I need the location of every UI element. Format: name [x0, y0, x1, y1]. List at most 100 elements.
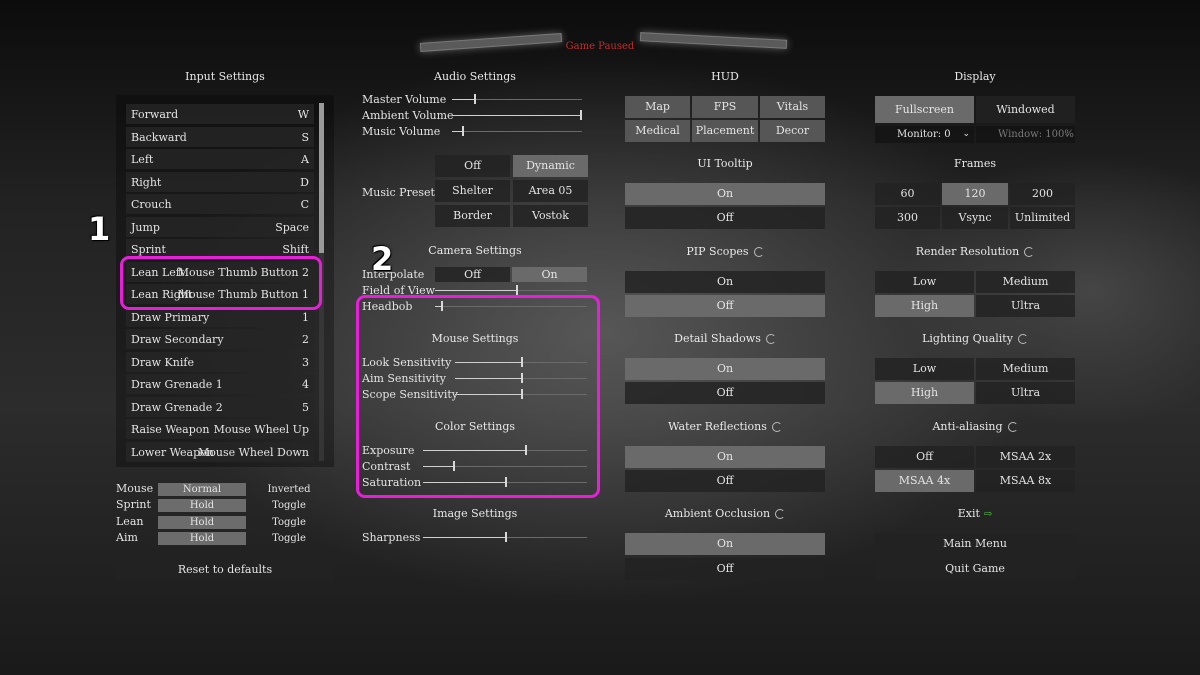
hud-vitals-button[interactable]: Vitals	[760, 96, 825, 118]
frames-300-button[interactable]: 300	[875, 207, 940, 229]
slider-handle[interactable]	[515, 285, 518, 295]
pip-scopes-on-button[interactable]: On	[625, 271, 825, 293]
input-option-secondary-button[interactable]: Toggle	[245, 516, 333, 529]
frames-vsync-button[interactable]: Vsync	[942, 207, 1008, 229]
slider-handle[interactable]	[474, 94, 477, 104]
frames-unlimited-button[interactable]: Unlimited	[1010, 207, 1075, 229]
quit-game-button[interactable]: Quit Game	[875, 558, 1075, 580]
keybinding-key[interactable]: 1	[302, 311, 309, 324]
fullscreen-button[interactable]: Fullscreen	[875, 96, 974, 123]
sharpness-slider[interactable]	[423, 531, 587, 543]
music-volume-slider[interactable]	[452, 125, 582, 137]
ui-tooltip-off-button[interactable]: Off	[625, 207, 825, 229]
input-option-primary-button[interactable]: Hold	[158, 515, 246, 529]
keybinding-key[interactable]: C	[301, 198, 309, 211]
frames-120-button[interactable]: 120	[942, 183, 1008, 205]
monitor-select[interactable]: Monitor: 0 ⌄	[875, 126, 974, 143]
slider-handle[interactable]	[580, 110, 582, 120]
hud-placement-button[interactable]: Placement	[692, 120, 758, 142]
frames-200-button[interactable]: 200	[1010, 183, 1075, 205]
keybinding-row[interactable]: Right D	[126, 171, 314, 192]
detail-shadows-on-button[interactable]: On	[625, 358, 825, 380]
ambient-occlusion-off-button[interactable]: Off	[625, 558, 825, 580]
lighting-high-button[interactable]: High	[875, 382, 974, 404]
input-option-secondary-button[interactable]: Toggle	[245, 532, 333, 545]
slider-handle[interactable]	[462, 126, 465, 136]
keybinding-key[interactable]: A	[301, 153, 309, 166]
keybinding-row[interactable]: Left A	[126, 149, 314, 169]
keybinding-key[interactable]: S	[301, 131, 309, 144]
render-ultra-button[interactable]: Ultra	[976, 295, 1075, 317]
input-option-primary-button[interactable]: Hold	[158, 499, 246, 513]
water-reflections-on-button[interactable]: On	[625, 446, 825, 468]
render-high-button[interactable]: High	[875, 295, 974, 317]
keybinding-key[interactable]: Space	[275, 221, 309, 234]
water-reflections-title: Water Reflections	[625, 420, 825, 433]
ambient-occlusion-on-button[interactable]: On	[625, 533, 825, 555]
aa-msaa4x-button[interactable]: MSAA 4x	[875, 470, 974, 492]
chevron-down-icon: ⌄	[962, 129, 970, 139]
hud-medical-button[interactable]: Medical	[625, 120, 690, 142]
reset-to-defaults-button[interactable]: Reset to defaults	[116, 559, 334, 581]
keybinding-key[interactable]: Mouse Wheel Up	[214, 423, 309, 436]
interpolate-off-button[interactable]: Off	[435, 267, 510, 282]
keybinding-row[interactable]: Draw Secondary 2	[126, 329, 314, 349]
detail-shadows-off-button[interactable]: Off	[625, 382, 825, 404]
hud-map-button[interactable]: Map	[625, 96, 690, 118]
music-preset-button[interactable]: Dynamic	[513, 155, 588, 177]
music-preset-button[interactable]: Shelter	[435, 180, 510, 202]
keybinding-row[interactable]: Backward S	[126, 126, 314, 147]
keybinding-key[interactable]: Mouse Wheel Down	[198, 446, 309, 459]
keybinding-row[interactable]: Draw Knife 3	[126, 351, 314, 372]
keybinding-row[interactable]: Draw Grenade 1 4	[126, 374, 314, 394]
keybinding-key[interactable]: 3	[302, 356, 309, 369]
music-preset-button[interactable]: Vostok	[513, 205, 588, 227]
input-option-secondary-button[interactable]: Toggle	[245, 499, 333, 512]
render-low-button[interactable]: Low	[875, 271, 974, 293]
hud-decor-button[interactable]: Decor	[760, 120, 825, 142]
lighting-ultra-button[interactable]: Ultra	[976, 382, 1075, 404]
ambient-volume-slider[interactable]	[452, 109, 582, 121]
windowed-button[interactable]: Windowed	[976, 96, 1075, 123]
keybinding-row[interactable]: Draw Grenade 2 5	[126, 396, 314, 417]
frames-60-button[interactable]: 60	[875, 183, 940, 205]
monitor-value: Monitor: 0	[897, 129, 951, 140]
slider-handle[interactable]	[505, 532, 507, 542]
lighting-medium-button[interactable]: Medium	[976, 358, 1075, 380]
aa-off-button[interactable]: Off	[875, 446, 974, 468]
ui-tooltip-on-button[interactable]: On	[625, 183, 825, 205]
interpolate-on-button[interactable]: On	[512, 267, 587, 282]
music-preset-button[interactable]: Off	[435, 155, 510, 177]
keybinding-row[interactable]: Jump Space	[126, 216, 314, 237]
keybinding-key[interactable]: Shift	[282, 243, 309, 256]
music-preset-button[interactable]: Area 05	[513, 180, 588, 202]
master-volume-slider[interactable]	[452, 93, 582, 105]
keybinding-key[interactable]: W	[298, 108, 309, 121]
keybinding-key[interactable]: 5	[302, 401, 309, 414]
lighting-low-button[interactable]: Low	[875, 358, 974, 380]
keybinding-action: Draw Grenade 1	[131, 378, 223, 391]
input-option-primary-button[interactable]: Hold	[158, 531, 246, 545]
aa-msaa8x-button[interactable]: MSAA 8x	[976, 470, 1075, 492]
keybinding-scroll-thumb[interactable]	[319, 103, 324, 253]
render-medium-button[interactable]: Medium	[976, 271, 1075, 293]
music-preset-button[interactable]: Border	[435, 205, 510, 227]
anti-aliasing-label: Anti-aliasing	[932, 420, 1003, 433]
main-menu-button[interactable]: Main Menu	[875, 533, 1075, 555]
keybinding-key[interactable]: D	[300, 176, 309, 189]
keybinding-row[interactable]: Raise Weapon Mouse Wheel Up	[126, 419, 314, 439]
keybinding-row[interactable]: Crouch C	[126, 194, 314, 214]
aa-msaa2x-button[interactable]: MSAA 2x	[976, 446, 1075, 468]
highlight-box-lean-bindings	[120, 256, 322, 310]
input-option-secondary-button[interactable]: Inverted	[245, 483, 333, 496]
slider-track[interactable]	[452, 131, 582, 132]
input-option-primary-button[interactable]: Normal	[158, 483, 246, 496]
hud-fps-button[interactable]: FPS	[692, 96, 758, 118]
keybinding-row[interactable]: Forward W	[126, 104, 314, 124]
keybinding-key[interactable]: 2	[302, 333, 309, 346]
water-reflections-off-button[interactable]: Off	[625, 470, 825, 492]
window-scale-select[interactable]: Window: 100% ⌄	[976, 126, 1075, 143]
pip-scopes-off-button[interactable]: Off	[625, 295, 825, 317]
keybinding-key[interactable]: 4	[302, 378, 309, 391]
keybinding-row[interactable]: Lower Weapon Mouse Wheel Down	[126, 441, 314, 462]
